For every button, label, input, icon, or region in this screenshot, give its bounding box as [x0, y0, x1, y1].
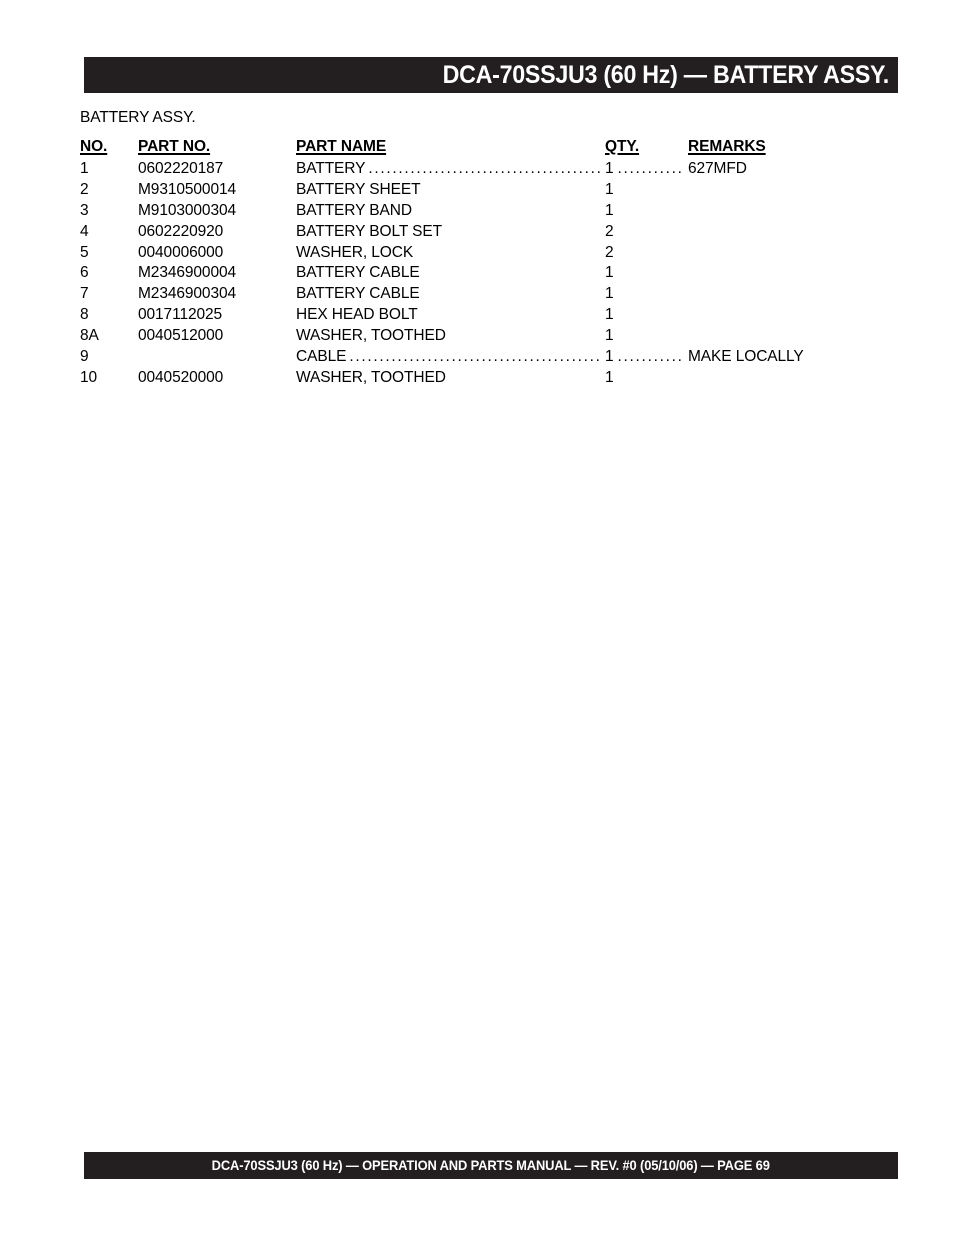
cell-no: 10 — [80, 368, 98, 386]
page-title: DCA-70SSJU3 (60 Hz) — BATTERY ASSY. — [442, 60, 890, 89]
table-row: 3 M9103000304 BATTERY BAND 1 — [80, 202, 900, 223]
cell-part-name: BATTERY — [296, 160, 605, 178]
cell-part-name: CABLE — [296, 348, 605, 366]
column-header-no: NO. — [80, 138, 108, 155]
cell-part-no: 0602220187 — [138, 160, 224, 177]
cell-remarks: MAKE LOCALLY — [688, 348, 804, 366]
cell-part-no: M9103000304 — [138, 201, 237, 219]
cell-part-name: BATTERY BOLT SET — [296, 222, 442, 240]
cell-part-name: HEX HEAD BOLT — [296, 306, 418, 324]
cell-part-no: 0017112025 — [138, 306, 223, 324]
cell-part-name: BATTERY BAND — [296, 201, 412, 219]
table-row: 1 0602220187 BATTERY 1 627MFD — [80, 160, 900, 181]
footer-text: DCA-70SSJU3 (60 Hz) — OPERATION AND PART… — [211, 1158, 771, 1173]
cell-qty: 1 — [605, 180, 614, 198]
cell-part-name: WASHER, TOOTHED — [296, 368, 446, 386]
cell-part-no: 0040006000 — [138, 243, 224, 261]
table-row: 7 M2346900304 BATTERY CABLE 1 — [80, 285, 900, 306]
table-body: 1 0602220187 BATTERY 1 627MFD 2 M9310500014 BAT… — [80, 160, 900, 390]
cell-no: 9 — [80, 348, 89, 366]
cell-qty: 1 — [605, 201, 614, 219]
table-row: 8 0017112025 HEX HEAD BOLT 1 — [80, 306, 900, 327]
cell-qty: 1 — [605, 306, 614, 324]
cell-no: 1 — [80, 160, 89, 177]
table-row: 10 0040520000 WASHER, TOOTHED 1 — [80, 369, 900, 390]
cell-qty-text: 1 — [605, 348, 614, 366]
cell-part-name: WASHER, LOCK — [296, 243, 414, 261]
cell-no: 8 — [80, 306, 89, 324]
dot-leader — [349, 349, 602, 365]
dot-leader — [618, 349, 685, 365]
cell-qty: 2 — [605, 222, 614, 240]
column-header-part-name: PART NAME — [296, 138, 387, 155]
cell-part-no: 0040512000 — [138, 327, 224, 345]
table-row: 5 0040006000 WASHER, LOCK 2 — [80, 244, 900, 265]
cell-no: 2 — [80, 180, 89, 198]
cell-no: 4 — [80, 222, 89, 240]
dot-leader — [618, 161, 685, 177]
cell-part-no: 0040520000 — [138, 368, 224, 386]
cell-qty: 2 — [605, 243, 614, 261]
cell-remarks: 627MFD — [688, 160, 747, 177]
cell-qty: 1 — [605, 264, 614, 282]
cell-part-no: M2346900304 — [138, 285, 237, 303]
cell-part-name: BATTERY CABLE — [296, 285, 420, 303]
cell-qty: 1 — [605, 160, 688, 178]
table-row: 8A 0040512000 WASHER, TOOTHED 1 — [80, 327, 900, 348]
cell-part-name: BATTERY CABLE — [296, 264, 420, 282]
table-row: 9 CABLE 1 MAKE LOCALLY — [80, 348, 900, 369]
cell-qty: 1 — [605, 348, 688, 366]
cell-part-no: M2346900004 — [138, 264, 237, 282]
cell-qty: 1 — [605, 285, 614, 303]
page-header-bar: DCA-70SSJU3 (60 Hz) — BATTERY ASSY. — [84, 57, 898, 93]
cell-part-no: M9310500014 — [138, 180, 237, 198]
page-footer-bar: DCA-70SSJU3 (60 Hz) — OPERATION AND PART… — [84, 1152, 898, 1179]
dot-leader — [368, 161, 602, 177]
section-caption: BATTERY ASSY. — [80, 109, 196, 126]
cell-part-name: BATTERY SHEET — [296, 180, 421, 198]
cell-no: 6 — [80, 264, 89, 282]
table-row: 2 M9310500014 BATTERY SHEET 1 — [80, 181, 900, 202]
parts-table: NO. PART NO. PART NAME QTY. REMARKS 1 060… — [80, 138, 900, 390]
cell-part-name: WASHER, TOOTHED — [296, 327, 446, 345]
cell-part-no: 0602220920 — [138, 222, 224, 240]
cell-no: 5 — [80, 243, 89, 261]
table-row: 6 M2346900004 BATTERY CABLE 1 — [80, 264, 900, 285]
cell-no: 8A — [80, 327, 99, 345]
table-header-row: NO. PART NO. PART NAME QTY. REMARKS — [80, 138, 900, 160]
column-header-remarks: REMARKS — [688, 138, 766, 155]
cell-part-name-text: BATTERY — [296, 160, 366, 177]
cell-qty: 1 — [605, 368, 614, 386]
cell-no: 7 — [80, 285, 89, 303]
table-row: 4 0602220920 BATTERY BOLT SET 2 — [80, 223, 900, 244]
cell-part-name-text: CABLE — [296, 348, 347, 366]
column-header-qty: QTY. — [605, 138, 640, 155]
cell-no: 3 — [80, 201, 89, 219]
cell-qty-text: 1 — [605, 160, 614, 177]
manual-page: DCA-70SSJU3 (60 Hz) — BATTERY ASSY. BATT… — [0, 0, 954, 1235]
cell-qty: 1 — [605, 327, 614, 345]
column-header-part-no: PART NO. — [138, 138, 211, 155]
